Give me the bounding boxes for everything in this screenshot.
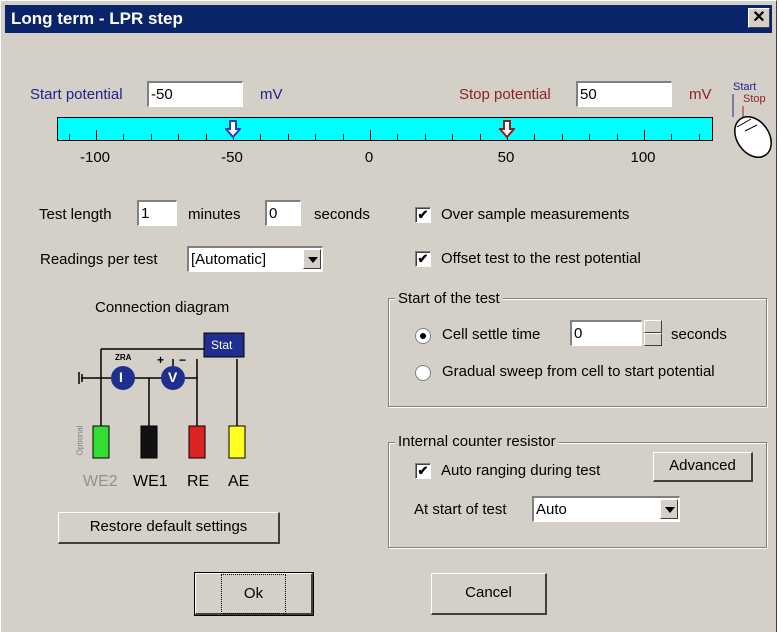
scale-tick bbox=[561, 134, 563, 140]
offset-rest-label: Offset test to the rest potential bbox=[441, 250, 641, 267]
connection-diagram-title: Connection diagram bbox=[95, 299, 230, 316]
scale-tick bbox=[205, 134, 207, 140]
minus-label: − bbox=[179, 353, 187, 367]
dialog-window: Long term - LPR step ✕ Start potential -… bbox=[0, 0, 777, 632]
we2-label: WE2 bbox=[83, 473, 118, 490]
seconds-label: seconds bbox=[314, 206, 370, 223]
start-marker-icon[interactable] bbox=[225, 120, 241, 138]
scale-tick-label: 100 bbox=[630, 149, 656, 166]
scale-tick bbox=[424, 134, 426, 140]
chevron-down-icon[interactable] bbox=[303, 249, 321, 269]
stop-potential-input[interactable]: 50 bbox=[576, 81, 672, 107]
ae-label: AE bbox=[228, 473, 250, 490]
we1-label: WE1 bbox=[133, 473, 168, 490]
over-sample-checkbox[interactable]: ✔ bbox=[415, 207, 431, 223]
stop-potential-label: Stop potential bbox=[459, 86, 551, 103]
scale-tick bbox=[479, 134, 481, 140]
plus-label: + bbox=[157, 353, 165, 367]
mouse-icon: Start Stop bbox=[723, 79, 775, 161]
counter-resistor-title: Internal counter resistor bbox=[395, 433, 559, 450]
stat-label: Stat bbox=[211, 338, 233, 352]
scale-tick-label: -100 bbox=[79, 149, 111, 166]
connection-diagram: Stat ZRA I V + − Optional WE2 WE1 RE AE bbox=[71, 331, 271, 501]
cell-settle-radio[interactable] bbox=[415, 328, 431, 344]
scale-tick bbox=[616, 134, 618, 140]
scale-tick bbox=[342, 134, 344, 140]
readings-per-test-label: Readings per test bbox=[40, 251, 158, 268]
scale-tick bbox=[644, 130, 645, 140]
title-bar[interactable]: Long term - LPR step ✕ bbox=[5, 5, 772, 33]
cell-settle-spinner[interactable] bbox=[644, 320, 662, 346]
scale-tick bbox=[260, 134, 262, 140]
cell-settle-unit: seconds bbox=[671, 326, 727, 343]
scale-tick-label: -50 bbox=[221, 149, 243, 166]
v-label: V bbox=[168, 369, 178, 385]
start-of-test-group bbox=[388, 298, 767, 407]
start-potential-unit: mV bbox=[260, 86, 283, 103]
close-icon: ✕ bbox=[752, 9, 766, 26]
stop-marker-icon[interactable] bbox=[499, 120, 515, 138]
zra-label: ZRA bbox=[115, 353, 132, 362]
scale-tick bbox=[68, 134, 70, 140]
scale-tick bbox=[698, 134, 700, 140]
close-button[interactable]: ✕ bbox=[748, 8, 770, 28]
readings-per-test-select[interactable]: [Automatic] bbox=[187, 246, 323, 272]
spin-down-icon[interactable] bbox=[644, 333, 662, 346]
scale-tick-label: 0 bbox=[364, 149, 374, 166]
re-label: RE bbox=[187, 473, 210, 490]
scale-tick bbox=[370, 130, 371, 140]
i-label: I bbox=[119, 369, 123, 385]
start-of-test-title: Start of the test bbox=[395, 290, 503, 307]
minutes-input[interactable]: 1 bbox=[137, 200, 177, 226]
scale-tick bbox=[123, 134, 125, 140]
chevron-down-icon[interactable] bbox=[660, 499, 678, 519]
scale-tick bbox=[671, 134, 673, 140]
offset-rest-checkbox[interactable]: ✔ bbox=[415, 251, 431, 267]
cancel-button[interactable]: Cancel bbox=[431, 573, 547, 615]
restore-default-button[interactable]: Restore default settings bbox=[58, 512, 280, 544]
start-potential-input[interactable]: -50 bbox=[147, 81, 243, 107]
scale-tick bbox=[589, 134, 591, 140]
potential-scale[interactable] bbox=[57, 117, 713, 141]
at-start-select[interactable]: Auto bbox=[532, 496, 680, 522]
scale-tick bbox=[315, 134, 317, 140]
ok-button[interactable]: Ok bbox=[194, 572, 314, 616]
scale-tick bbox=[534, 134, 536, 140]
auto-ranging-label: Auto ranging during test bbox=[441, 462, 601, 479]
cell-settle-label: Cell settle time bbox=[442, 326, 541, 343]
auto-ranging-checkbox[interactable]: ✔ bbox=[415, 463, 431, 479]
readings-per-test-value: [Automatic] bbox=[191, 251, 267, 268]
spin-up-icon[interactable] bbox=[644, 320, 662, 333]
scale-tick bbox=[96, 130, 97, 140]
at-start-value: Auto bbox=[536, 501, 567, 518]
scale-tick bbox=[452, 134, 454, 140]
window-title: Long term - LPR step bbox=[11, 9, 183, 28]
minutes-label: minutes bbox=[188, 206, 241, 223]
seconds-input[interactable]: 0 bbox=[265, 200, 301, 226]
ok-button-label: Ok bbox=[220, 574, 287, 614]
over-sample-label: Over sample measurements bbox=[441, 206, 630, 223]
cell-settle-input[interactable]: 0 bbox=[570, 320, 642, 346]
scale-tick bbox=[150, 134, 152, 140]
scale-tick bbox=[287, 134, 289, 140]
scale-tick-label: 50 bbox=[497, 149, 515, 166]
stop-potential-unit: mV bbox=[689, 86, 712, 103]
gradual-sweep-radio[interactable] bbox=[415, 365, 431, 381]
start-potential-label: Start potential bbox=[30, 86, 123, 103]
advanced-button[interactable]: Advanced bbox=[653, 452, 753, 482]
test-length-label: Test length bbox=[39, 206, 112, 223]
scale-tick bbox=[178, 134, 180, 140]
at-start-label: At start of test bbox=[414, 501, 507, 518]
scale-tick bbox=[397, 134, 399, 140]
optional-label: Optional bbox=[75, 425, 85, 456]
gradual-sweep-label: Gradual sweep from cell to start potenti… bbox=[442, 363, 715, 380]
